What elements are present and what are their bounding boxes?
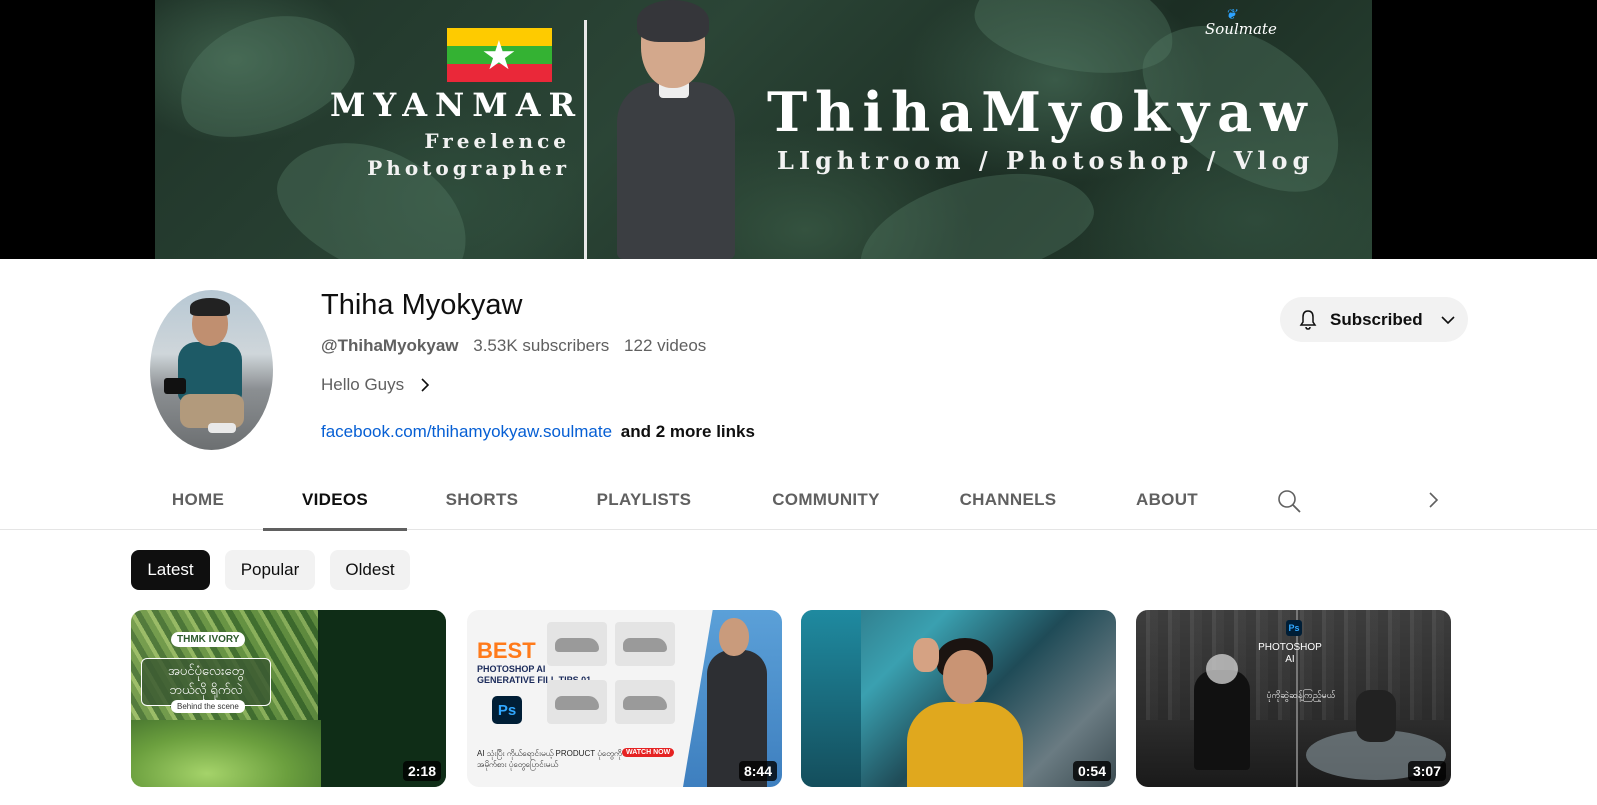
video-thumbnail[interactable]: BEST PHOTOSHOP AI GENERATIVE FILL TIPS 0… — [467, 610, 782, 787]
tab-about[interactable]: ABOUT — [1124, 469, 1210, 530]
sneaker-image — [615, 680, 675, 724]
channel-meta: @ThihaMyokyaw 3.53K subscribers 122 vide… — [321, 336, 716, 356]
thumbnail-line2: AI — [1285, 654, 1295, 665]
thumbnail-subcaption: Behind the scene — [171, 700, 245, 713]
video-duration: 8:44 — [738, 761, 777, 781]
subscriber-count: 3.53K subscribers — [473, 336, 610, 355]
chip-latest[interactable]: Latest — [131, 550, 210, 590]
search-icon[interactable] — [1276, 488, 1302, 514]
tab-shorts[interactable]: SHORTS — [432, 469, 532, 530]
tab-playlists[interactable]: PLAYLISTS — [582, 469, 706, 530]
banner-role-line1: Freelence — [424, 129, 570, 153]
thumbnail-line1: PHOTOSHOP — [1258, 642, 1322, 653]
video-count: 122 videos — [624, 336, 707, 355]
video-duration: 3:07 — [1407, 761, 1446, 781]
banner-background: ★ MYANMAR Freelence Photographer ThihaMy… — [0, 0, 1597, 259]
thumbnail-caption: ပုံကိုဆွဲဆန့်ကြည့်မယ် — [1266, 690, 1336, 700]
video-thumbnail[interactable]: THMK IVORY အပင်ပုံလေးတွေ ဘယ်လို ရိုက်လဲ … — [131, 610, 446, 787]
sneaker-image — [615, 622, 675, 666]
banner-country: MYANMAR — [330, 86, 584, 124]
subscribed-button[interactable]: Subscribed — [1280, 297, 1468, 342]
video-duration: 2:18 — [402, 761, 441, 781]
myanmar-flag-icon: ★ — [447, 28, 552, 82]
chip-oldest[interactable]: Oldest — [330, 550, 410, 590]
butterfly-icon: ❦ — [1225, 7, 1237, 23]
channel-name: Thiha Myokyaw — [321, 289, 523, 321]
thumbnail-caption: AI သုံးပြီး ကိုယ်ရောင်းမယ့် PRODUCT ပုံတ… — [477, 749, 622, 769]
facebook-link[interactable]: facebook.com/thihamyokyaw.soulmate — [321, 422, 612, 441]
channel-handle: @ThihaMyokyaw — [321, 336, 459, 355]
channel-avatar[interactable] — [150, 290, 273, 450]
tab-home[interactable]: HOME — [148, 469, 248, 530]
banner-portrait — [617, 0, 737, 259]
photoshop-icon: Ps — [1286, 620, 1302, 636]
watch-now-badge: WATCH NOW — [622, 748, 675, 757]
tab-videos[interactable]: VIDEOS — [263, 469, 407, 531]
chevron-right-icon[interactable] — [1422, 489, 1444, 511]
logo-text: Soulmate — [1205, 20, 1277, 38]
banner-role-line2: Photographer — [367, 156, 570, 180]
tab-community[interactable]: COMMUNITY — [758, 469, 894, 530]
chevron-down-icon — [1441, 315, 1455, 324]
chip-popular[interactable]: Popular — [225, 550, 315, 590]
banner-role: Freelence Photographer — [330, 128, 570, 182]
tab-channels[interactable]: CHANNELS — [948, 469, 1068, 530]
bell-icon — [1299, 309, 1317, 330]
sneaker-image — [547, 622, 607, 666]
channel-tabs: HOME VIDEOS SHORTS PLAYLISTS COMMUNITY C… — [0, 469, 1597, 531]
banner-tagline: LIghtroom / Photoshop / Vlog — [777, 146, 1315, 175]
soulmate-logo: ❦ Soulmate — [1205, 7, 1277, 40]
thumbnail-headline: BEST — [477, 638, 536, 663]
subscribed-label: Subscribed — [1330, 309, 1423, 329]
description-text: Hello Guys — [321, 375, 405, 394]
thumbnail-tag: THMK IVORY — [171, 632, 246, 647]
banner-divider — [584, 20, 587, 259]
channel-banner: ★ MYANMAR Freelence Photographer ThihaMy… — [155, 0, 1372, 259]
channel-description[interactable]: Hello Guys — [321, 375, 432, 395]
thumbnail-caption: အပင်ပုံလေးတွေ ဘယ်လို ရိုက်လဲ — [141, 658, 271, 706]
more-links-button[interactable]: and 2 more links — [621, 422, 755, 441]
video-thumbnail[interactable]: Ps PHOTOSHOP AI ပုံကိုဆွဲဆန့်ကြည့်မယ် 3:… — [1136, 610, 1451, 787]
sneaker-image — [547, 680, 607, 724]
photoshop-icon: Ps — [492, 696, 522, 724]
chevron-right-icon — [421, 378, 430, 392]
thumbnail-subtitle: PHOTOSHOP AI — [1254, 642, 1326, 666]
banner-name: ThihaMyokyaw — [767, 80, 1315, 144]
video-duration: 0:54 — [1072, 761, 1111, 781]
channel-links: facebook.com/thihamyokyaw.soulmate and 2… — [321, 422, 755, 442]
video-thumbnail[interactable]: 0:54 — [801, 610, 1116, 787]
